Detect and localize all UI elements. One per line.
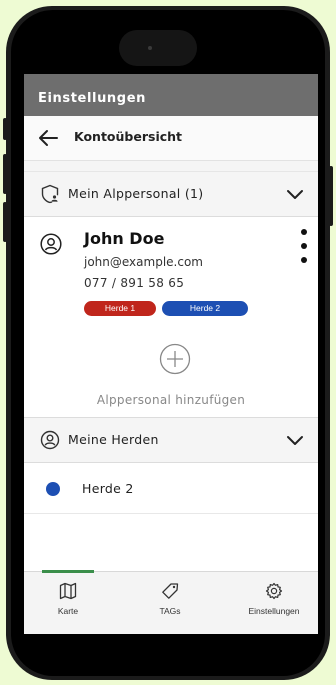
person-name: John Doe xyxy=(84,229,165,248)
bottom-navigation: Karte TAGs Einstellungen xyxy=(24,570,318,634)
section-divider xyxy=(24,161,318,172)
status-bar xyxy=(24,74,318,82)
herds-section-label: Meine Herden xyxy=(68,432,159,447)
more-options-icon[interactable] xyxy=(298,229,308,267)
personnel-section-header[interactable]: Mein Alppersonal (1) xyxy=(24,172,318,217)
chevron-down-icon[interactable] xyxy=(286,435,304,446)
herd-label: Herde 2 xyxy=(82,481,134,496)
gear-icon xyxy=(265,582,283,600)
nav-label-karte: Karte xyxy=(57,606,79,616)
app-bar-title: Einstellungen xyxy=(24,82,318,116)
user-avatar-icon xyxy=(40,233,62,255)
back-arrow-icon[interactable] xyxy=(38,129,58,147)
nav-item-tags[interactable]: TAGs xyxy=(130,582,210,616)
side-button xyxy=(3,118,7,140)
power-button xyxy=(329,166,333,226)
add-personnel-label[interactable]: Alppersonal hinzufügen xyxy=(24,393,318,407)
chevron-down-icon[interactable] xyxy=(286,189,304,200)
add-circle-icon[interactable] xyxy=(159,343,191,375)
herds-section-header[interactable]: Meine Herden xyxy=(24,417,318,463)
map-icon xyxy=(59,582,77,600)
tag-icon xyxy=(162,583,179,599)
sub-header: Kontoübersicht xyxy=(24,116,318,161)
herd-list-item[interactable]: Herde 2 xyxy=(24,465,318,514)
nav-label-einstellungen: Einstellungen xyxy=(248,606,300,616)
camera-notch xyxy=(119,30,197,66)
personnel-card: John Doe john@example.com 077 / 891 58 6… xyxy=(24,217,318,417)
volume-up-button xyxy=(3,154,7,194)
nav-label-tags: TAGs xyxy=(159,606,181,616)
app-screen: Einstellungen Kontoübersicht Mein Alpper… xyxy=(24,74,318,634)
herd-badge: Herde 2 xyxy=(162,301,248,316)
nav-item-karte[interactable]: Karte xyxy=(28,582,108,616)
herd-badge: Herde 1 xyxy=(84,301,156,316)
page-title: Kontoübersicht xyxy=(74,129,183,144)
phone-frame: Einstellungen Kontoübersicht Mein Alpper… xyxy=(3,6,333,680)
personnel-section-label: Mein Alppersonal (1) xyxy=(68,186,204,201)
user-shield-icon xyxy=(41,184,59,204)
person-email: john@example.com xyxy=(84,255,203,269)
volume-down-button xyxy=(3,202,7,242)
herd-color-dot xyxy=(46,482,60,496)
nav-item-einstellungen[interactable]: Einstellungen xyxy=(234,582,314,616)
active-tab-indicator xyxy=(42,570,94,573)
user-circle-icon xyxy=(40,430,60,450)
person-phone: 077 / 891 58 65 xyxy=(84,276,185,290)
